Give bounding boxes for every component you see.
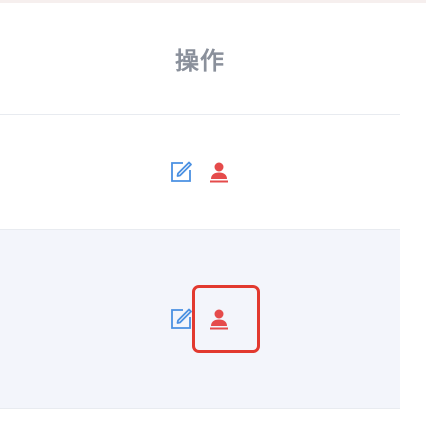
table-row (0, 115, 400, 230)
user-button[interactable] (206, 159, 232, 185)
table-header-row: 操作 (0, 3, 400, 115)
row-actions (168, 306, 232, 332)
table-row (0, 230, 400, 408)
user-icon (210, 309, 228, 330)
actions-table: 操作 (0, 3, 400, 409)
column-header-actions: 操作 (175, 47, 225, 75)
edit-icon (171, 161, 192, 182)
edit-button[interactable] (168, 159, 194, 185)
user-icon (210, 162, 228, 183)
page-canvas: 操作 (0, 0, 426, 438)
edit-button[interactable] (168, 306, 194, 332)
edit-icon (171, 308, 192, 329)
row-actions (168, 159, 232, 185)
user-button[interactable] (206, 306, 232, 332)
